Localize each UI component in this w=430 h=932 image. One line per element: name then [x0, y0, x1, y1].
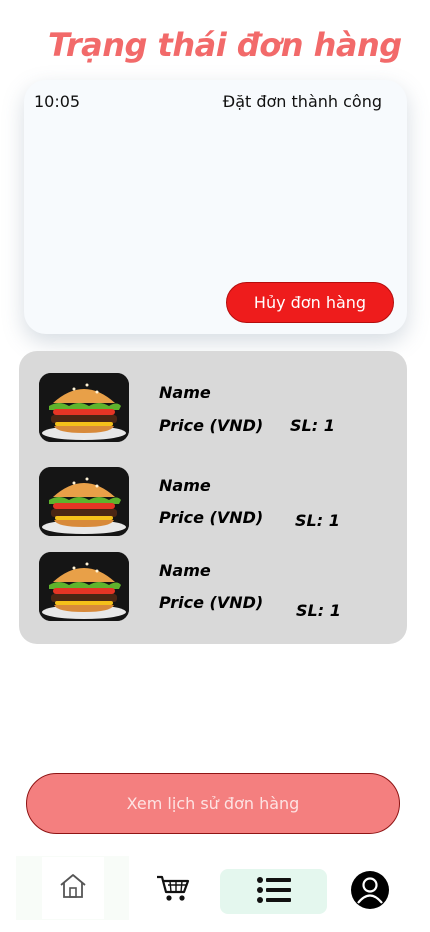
order-history-button[interactable]: Xem lịch sử đơn hàng [26, 773, 400, 834]
status-time: 10:05 [34, 92, 81, 111]
order-item: Name Price (VND) SL: 1 [19, 467, 407, 537]
user-icon [350, 870, 390, 914]
home-icon [59, 873, 87, 903]
cart-icon [156, 874, 190, 906]
order-item: Name Price (VND) SL: 1 [19, 552, 407, 622]
list-icon [256, 876, 292, 908]
burger-image [39, 467, 129, 536]
nav-profile[interactable] [349, 871, 391, 913]
item-name: Name [159, 383, 211, 402]
item-quantity: SL: 1 [295, 511, 340, 530]
item-price: Price (VND) [159, 508, 264, 527]
item-price: Price (VND) [159, 416, 264, 435]
order-item: Name Price (VND) SL: 1 [19, 373, 407, 443]
order-status-card: 10:05 Đặt đơn thành công Hủy đơn hàng [24, 80, 407, 334]
nav-cart[interactable] [150, 864, 196, 916]
cancel-order-button[interactable]: Hủy đơn hàng [226, 282, 394, 323]
page-title: Trạng thái đơn hàng [48, 26, 402, 64]
item-quantity: SL: 1 [296, 601, 341, 620]
status-message: Đặt đơn thành công [222, 92, 382, 111]
item-quantity: SL: 1 [290, 416, 335, 435]
nav-orders[interactable] [220, 869, 327, 914]
item-price: Price (VND) [159, 593, 264, 612]
item-name: Name [159, 476, 211, 495]
item-name: Name [159, 561, 211, 580]
burger-image [39, 373, 129, 442]
nav-home[interactable] [16, 856, 129, 920]
burger-image [39, 552, 129, 621]
order-items-panel: Name Price (VND) SL: 1 Name Price (VND) … [19, 351, 407, 644]
